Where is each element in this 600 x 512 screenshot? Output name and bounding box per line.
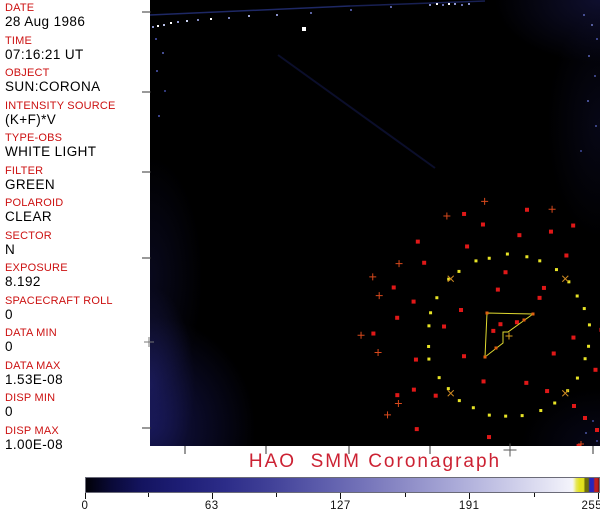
sidebar-field: TIME07:16:21 UT xyxy=(5,35,150,62)
sidebar-field: DATA MAX1.53E-08 xyxy=(5,360,150,387)
colorbar-ticks: 0 63 127 191 255 xyxy=(85,493,599,512)
sidebar-field: EXPOSURE8.192 xyxy=(5,262,150,289)
colorbar-tick-label: 255 xyxy=(581,500,600,512)
colorbar-tick xyxy=(469,493,470,499)
field-value: 0 xyxy=(5,339,150,354)
sidebar-field: SPACECRAFT ROLL0 xyxy=(5,295,150,322)
sidebar-field: DATE28 Aug 1986 xyxy=(5,2,150,29)
field-value: SUN:CORONA xyxy=(5,79,150,94)
field-value: 28 Aug 1986 xyxy=(5,14,150,29)
field-label: TIME xyxy=(5,35,150,47)
colorbar-tick xyxy=(212,493,213,499)
sidebar-field: POLAROIDCLEAR xyxy=(5,197,150,224)
field-label: DISP MAX xyxy=(5,425,150,437)
sidebar-field: FILTERGREEN xyxy=(5,165,150,192)
field-label: OBJECT xyxy=(5,67,150,79)
field-label: DATE xyxy=(5,2,150,14)
field-label: DATA MAX xyxy=(5,360,150,372)
field-value: (K+F)*V xyxy=(5,112,150,127)
field-label: SPACECRAFT ROLL xyxy=(5,295,150,307)
field-label: SECTOR xyxy=(5,230,150,242)
coronagraph-image xyxy=(150,0,600,446)
field-value: 07:16:21 UT xyxy=(5,47,150,62)
colorbar-minor-tick xyxy=(148,493,149,497)
colorbar-tick-label: 191 xyxy=(459,500,480,512)
field-value: CLEAR xyxy=(5,209,150,224)
field-label: EXPOSURE xyxy=(5,262,150,274)
field-label: FILTER xyxy=(5,165,150,177)
field-value: 0 xyxy=(5,307,150,322)
colorbar xyxy=(85,477,600,493)
colorbar-tick xyxy=(598,493,599,499)
field-label: TYPE-OBS xyxy=(5,132,150,144)
field-label: DISP MIN xyxy=(5,392,150,404)
sidebar-field: DISP MIN0 xyxy=(5,392,150,419)
field-label: POLAROID xyxy=(5,197,150,209)
field-value: 0 xyxy=(5,404,150,419)
sidebar-field: DISP MAX1.00E-08 xyxy=(5,425,150,452)
field-label: DATA MIN xyxy=(5,327,150,339)
field-value: GREEN xyxy=(5,177,150,192)
sidebar-field: SECTORN xyxy=(5,230,150,257)
footer-title: HAO SMM Coronagraph xyxy=(150,452,600,472)
sidebar-field: TYPE-OBSWHITE LIGHT xyxy=(5,132,150,159)
metadata-sidebar: DATE28 Aug 1986 TIME07:16:21 UT OBJECTSUN:… xyxy=(0,0,150,446)
colorbar-tick-label: 127 xyxy=(330,500,351,512)
colorbar-minor-tick xyxy=(534,493,535,497)
sidebar-field: OBJECTSUN:CORONA xyxy=(5,67,150,94)
colorbar-tick-label: 63 xyxy=(205,500,219,512)
colorbar-tick xyxy=(85,493,86,499)
sidebar-field: DATA MIN0 xyxy=(5,327,150,354)
sidebar-field: INTENSITY SOURCE(K+F)*V xyxy=(5,100,150,127)
field-value: WHITE LIGHT xyxy=(5,144,150,159)
field-label: INTENSITY SOURCE xyxy=(5,100,150,112)
colorbar-minor-tick xyxy=(276,493,277,497)
field-value: 1.00E-08 xyxy=(5,437,150,452)
field-value: N xyxy=(5,242,150,257)
overlay-svg xyxy=(150,0,600,446)
colorbar-minor-tick xyxy=(405,493,406,497)
field-value: 8.192 xyxy=(5,274,150,289)
colorbar-tick-label: 0 xyxy=(82,500,89,512)
colorbar-tick xyxy=(340,493,341,499)
field-value: 1.53E-08 xyxy=(5,372,150,387)
